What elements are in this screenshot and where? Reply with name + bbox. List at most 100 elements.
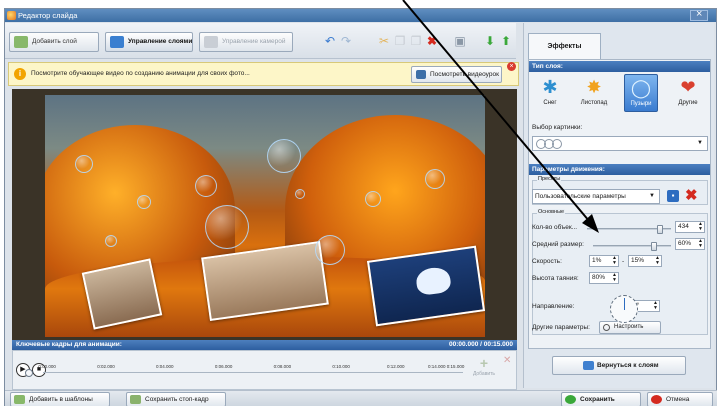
delete-keyframe-icon[interactable]: ✕: [503, 355, 517, 366]
bubble: [195, 175, 217, 197]
checkmark-icon: [565, 395, 576, 404]
direction-dial[interactable]: [610, 295, 638, 323]
stepper-arrows-icon: ▲ ▼: [653, 300, 658, 311]
move-up-icon[interactable]: ⬆: [499, 34, 513, 48]
templates-icon: [14, 395, 25, 404]
maple-leaf-icon: ✸: [586, 77, 602, 97]
timeline-tick: 0:00.000: [38, 364, 56, 369]
manage-layers-button[interactable]: Управление слоями: [105, 32, 193, 52]
move-down-icon[interactable]: ⬇: [483, 34, 497, 48]
undo-icon[interactable]: ↶: [323, 34, 337, 48]
speed-min-stepper[interactable]: 1% ▲ ▼: [589, 255, 619, 267]
preset-select[interactable]: Пользовательские параметры ▼: [532, 189, 660, 204]
timeline-track[interactable]: 0:00.000 0:02.000 0:04.000 0:06.000 0:08…: [38, 363, 464, 377]
cancel-label: Отмена: [666, 396, 690, 403]
bubble: [105, 235, 117, 247]
bubble: [75, 155, 93, 173]
watch-video-button[interactable]: Посмотреть видеоурок: [411, 66, 502, 83]
preset-value: Пользовательские параметры: [535, 193, 626, 200]
close-info-icon[interactable]: ×: [507, 62, 516, 71]
paste-icon[interactable]: ❐: [409, 34, 423, 48]
layer-type-label: Снег: [543, 100, 557, 106]
manage-camera-label: Управление камерой: [222, 38, 286, 45]
size-stepper[interactable]: 60% ▲ ▼: [675, 238, 705, 250]
bubble: [315, 235, 345, 265]
add-to-templates-label: Добавить в шаблоны: [29, 396, 93, 403]
melt-height-value: 80%: [592, 274, 606, 281]
bubble-ring-icon: [552, 139, 562, 149]
timeline-playhead[interactable]: [25, 369, 33, 377]
layer-type-snow[interactable]: ✱ Снег: [533, 74, 567, 112]
back-to-layers-button[interactable]: Вернуться к слоям: [552, 356, 686, 375]
redo-icon[interactable]: ↷: [339, 34, 353, 48]
delete-preset-icon[interactable]: ✖: [685, 186, 698, 204]
save-preset-icon[interactable]: ▪: [667, 190, 679, 202]
direction-label: Направление:: [532, 303, 575, 310]
speed-min-value: 1%: [592, 257, 602, 264]
frame-icon: [130, 395, 141, 404]
save-label: Сохранить: [580, 396, 615, 403]
bubble: [267, 139, 301, 173]
layer-type-label: Пузыри: [630, 101, 652, 107]
layer-type-other[interactable]: ❤ Другие: [671, 74, 705, 112]
timeline-ruler: [43, 372, 463, 373]
video-icon: [416, 70, 426, 79]
size-slider[interactable]: [593, 242, 671, 251]
size-slider-thumb[interactable]: [651, 242, 657, 251]
melt-height-stepper[interactable]: 80% ▲ ▼: [589, 272, 619, 284]
add-layer-icon: [14, 36, 28, 48]
window-close-button[interactable]: [690, 8, 708, 21]
chevron-down-icon: ▼: [697, 140, 703, 146]
add-layer-button[interactable]: Добавить слой: [9, 32, 99, 52]
melt-height-label: Высота таяния:: [532, 275, 579, 282]
copy-icon[interactable]: ❐: [393, 34, 407, 48]
speed-max-value: 15%: [631, 257, 645, 264]
watch-video-label: Посмотреть видеоурок: [430, 71, 499, 78]
manage-camera-button[interactable]: Управление камерой: [199, 32, 293, 52]
stepper-arrows-icon: ▲ ▼: [612, 272, 617, 283]
keyframes-header: Ключевые кадры для анимации: 00:00.000 /…: [12, 340, 517, 350]
delete-icon[interactable]: ✖: [425, 34, 439, 48]
speed-max-stepper[interactable]: 15% ▲ ▼: [628, 255, 662, 267]
count-stepper[interactable]: 434 ▲ ▼: [675, 221, 705, 233]
layer-type-header: Тип слоя:: [529, 61, 710, 72]
configure-label: Настроить: [614, 324, 644, 330]
save-frame-button[interactable]: Сохранить стоп-кадр: [126, 392, 226, 406]
layer-type-bubbles[interactable]: ◯ Пузыри: [624, 74, 658, 112]
gear-icon: [603, 324, 610, 331]
basic-params-label: Основные: [537, 209, 566, 215]
layer-type-leaves[interactable]: ✸ Листопад: [577, 74, 611, 112]
save-frame-label: Сохранить стоп-кадр: [145, 396, 209, 403]
slide-image: [45, 95, 485, 337]
slide-editor-window: Редактор слайда Добавить слой Управление…: [4, 8, 717, 406]
timeline-tick: 0:06.000: [214, 364, 233, 369]
count-slider[interactable]: [587, 225, 671, 234]
layer-menu-icon[interactable]: ▣: [453, 34, 467, 48]
window-title: Редактор слайда: [18, 11, 78, 20]
cancel-button[interactable]: Отмена: [647, 392, 713, 406]
add-keyframe-button[interactable]: + Добавить: [468, 355, 500, 377]
camera-icon: [204, 36, 218, 48]
add-to-templates-button[interactable]: Добавить в шаблоны: [10, 392, 110, 406]
slide-preview[interactable]: [12, 89, 517, 340]
save-button[interactable]: Сохранить: [561, 392, 641, 406]
hearts-icon: ❤: [680, 77, 696, 97]
add-layer-label: Добавить слой: [32, 38, 77, 45]
timeline-tick: 0:04.000: [156, 364, 174, 369]
size-label: Средний размер:: [532, 241, 584, 248]
bubble: [295, 189, 305, 199]
add-keyframe-label: Добавить: [472, 371, 496, 377]
stepper-arrows-icon: ▲ ▼: [698, 238, 703, 249]
count-slider-thumb[interactable]: [657, 225, 663, 234]
configure-button[interactable]: Настроить: [599, 321, 661, 334]
cut-icon[interactable]: ✂: [377, 34, 391, 48]
stepper-arrows-icon: ▲ ▼: [612, 255, 617, 266]
back-to-layers-label: Вернуться к слоям: [597, 362, 659, 369]
size-value: 60%: [678, 240, 692, 247]
picture-select[interactable]: ▼: [532, 136, 708, 151]
keyframes-time: 00:00.000 / 00:15.000: [449, 341, 513, 348]
speed-range-dash: -: [622, 258, 625, 265]
tab-effects[interactable]: Эффекты: [528, 33, 601, 59]
cancel-icon: [651, 395, 662, 404]
count-label: Кол-во объек...: [532, 224, 578, 231]
